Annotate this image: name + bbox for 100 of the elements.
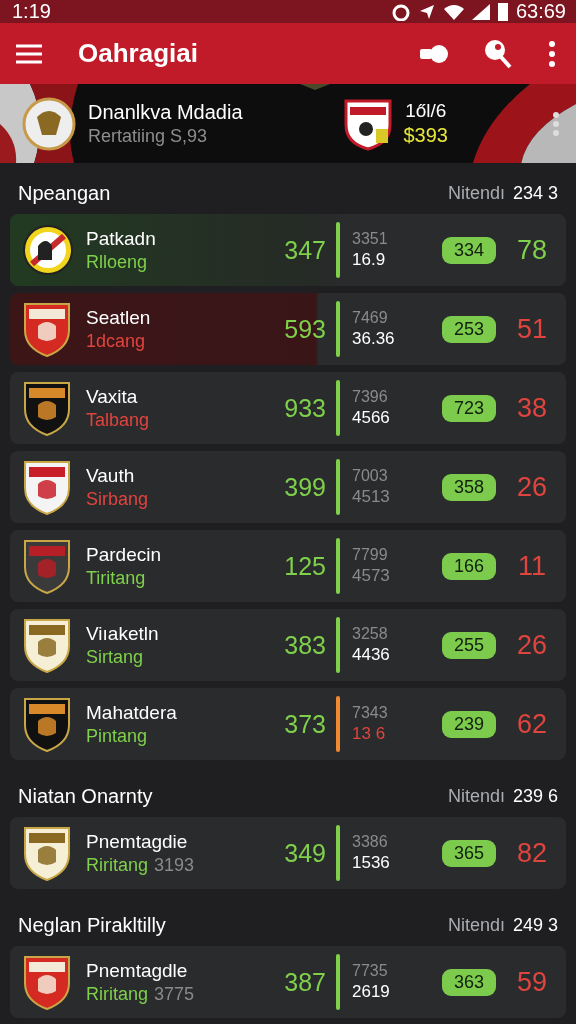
wifi-icon xyxy=(443,3,464,20)
stat-bottom: 4566 xyxy=(352,408,390,428)
main-value: 125 xyxy=(284,551,326,581)
team-row[interactable]: Patkadn Rlloeng 347 3351 16.9 334 78 xyxy=(10,214,566,286)
main-value: 349 xyxy=(284,838,326,868)
team-row[interactable]: Vaxita Talbang 933 7396 4566 723 38 xyxy=(10,372,566,444)
score-value: 62 xyxy=(516,708,547,740)
value-badge: 363 xyxy=(441,968,496,996)
team-subtitle: Riritang xyxy=(86,983,149,1005)
alarm-icon xyxy=(391,2,410,21)
score-value: 26 xyxy=(516,471,547,503)
value-badge: 253 xyxy=(441,315,496,343)
emblem-icon xyxy=(22,96,76,151)
status-clock: 63:69 xyxy=(515,0,566,23)
stat-bottom: 36.36 xyxy=(352,329,395,349)
main-value: 373 xyxy=(284,709,326,739)
team-name: Pnemtagdle xyxy=(86,959,188,982)
value-badge: 723 xyxy=(441,394,496,422)
team-count: 3193 xyxy=(154,854,195,876)
stat-bottom: 4573 xyxy=(352,566,390,586)
crest-icon xyxy=(22,695,72,753)
team-name: Patkadn xyxy=(86,227,156,250)
stat-bottom: 1536 xyxy=(352,853,390,873)
stat-top: 3258 xyxy=(352,625,388,643)
stat-top: 7396 xyxy=(352,388,388,406)
signal-icon xyxy=(471,3,490,20)
team-name: Vaxita xyxy=(86,385,138,408)
banner-subtitle: Rertatiing S,93 xyxy=(88,125,208,147)
main-value: 593 xyxy=(284,314,326,344)
value-badge: 166 xyxy=(441,552,496,580)
team-row[interactable]: Viıaketln Sirtang 383 3258 4436 255 26 xyxy=(10,609,566,681)
section-meta-label: Nitendı xyxy=(447,182,505,204)
section-title: Niatan Onarnty xyxy=(18,784,153,808)
menu-icon[interactable] xyxy=(16,43,42,64)
crest-icon xyxy=(22,379,72,437)
score-value: 38 xyxy=(516,392,547,424)
team-name: Vauth xyxy=(86,464,135,487)
team-row[interactable]: Pnemtagdie Riritang 3193 349 3386 1536 365 82 xyxy=(10,817,566,889)
app-title: Oahragiai xyxy=(78,38,198,70)
stat-top: 3351 xyxy=(352,230,388,248)
team-name: Mahatdera xyxy=(86,701,177,724)
main-value: 387 xyxy=(284,967,326,997)
section-meta-value: 249 3 xyxy=(512,914,558,936)
value-badge: 334 xyxy=(441,236,496,264)
team-row[interactable]: Mahatdera Pintang 373 7343 13 6 239 62 xyxy=(10,688,566,760)
crest-icon xyxy=(22,953,72,1011)
banner-amount: $393 xyxy=(403,124,448,148)
team-row[interactable]: Pardecin Tiritang 125 7799 4573 166 11 xyxy=(10,530,566,602)
team-row[interactable]: Seatlen 1dcang 593 7469 36.36 253 51 xyxy=(10,293,566,365)
more-icon[interactable] xyxy=(552,111,560,136)
team-subtitle: Sirtang xyxy=(86,646,144,668)
team-name: Pardecin xyxy=(86,543,161,566)
stat-top: 7799 xyxy=(352,546,388,564)
score-value: 59 xyxy=(516,966,547,998)
team-row[interactable]: Pnemtagdle Riritang 3775 387 7735 2619 363 59 xyxy=(10,946,566,1018)
main-value: 399 xyxy=(284,472,326,502)
banner-score: 1ől/6 xyxy=(405,100,447,123)
value-badge: 365 xyxy=(441,839,496,867)
team-subtitle: Pintang xyxy=(86,725,148,747)
value-badge: 255 xyxy=(441,631,496,659)
section-meta-label: Nitendı xyxy=(447,785,505,807)
stat-top: 7003 xyxy=(352,467,388,485)
camera-icon[interactable] xyxy=(420,42,448,65)
section-meta-value: 234 3 xyxy=(512,182,558,204)
section-meta-label: Nitendı xyxy=(447,914,505,936)
team-subtitle: Riritang xyxy=(86,854,149,876)
score-value: 26 xyxy=(516,629,547,661)
main-value: 347 xyxy=(284,235,326,265)
stat-top: 3386 xyxy=(352,833,388,851)
crest-icon xyxy=(22,224,74,276)
search-icon[interactable] xyxy=(484,38,512,69)
crest-icon xyxy=(22,824,72,882)
crest-icon xyxy=(22,458,72,516)
team-count: 3775 xyxy=(154,983,195,1005)
team-subtitle: Talbang xyxy=(86,409,150,431)
stat-bottom: 16.9 xyxy=(352,250,386,270)
battery-icon xyxy=(497,2,508,21)
crest-icon xyxy=(22,616,72,674)
score-value: 78 xyxy=(516,234,547,266)
stat-top: 7343 xyxy=(352,704,388,722)
team-subtitle: Tiritang xyxy=(86,567,146,589)
team-subtitle: 1dcang xyxy=(86,330,146,352)
score-value: 11 xyxy=(518,550,546,582)
value-badge: 358 xyxy=(441,473,496,501)
status-time: 1:19 xyxy=(12,0,51,23)
score-value: 51 xyxy=(516,313,547,345)
crest-icon xyxy=(22,300,72,358)
stat-bottom: 4513 xyxy=(352,487,390,507)
stat-top: 7735 xyxy=(352,962,388,980)
score-value: 82 xyxy=(516,837,547,869)
more-icon[interactable] xyxy=(548,40,556,67)
value-badge: 239 xyxy=(441,710,496,738)
team-row[interactable]: Vauth Sirbang 399 7003 4513 358 26 xyxy=(10,451,566,523)
section-title: Npeangan xyxy=(18,181,111,205)
stat-bottom: 13 6 xyxy=(352,724,386,744)
main-value: 383 xyxy=(284,630,326,660)
banner-title: Dnanlkva Mdadia xyxy=(88,100,243,124)
main-value: 933 xyxy=(284,393,326,423)
stat-bottom: 2619 xyxy=(352,982,390,1002)
team-subtitle: Sirbang xyxy=(86,488,149,510)
